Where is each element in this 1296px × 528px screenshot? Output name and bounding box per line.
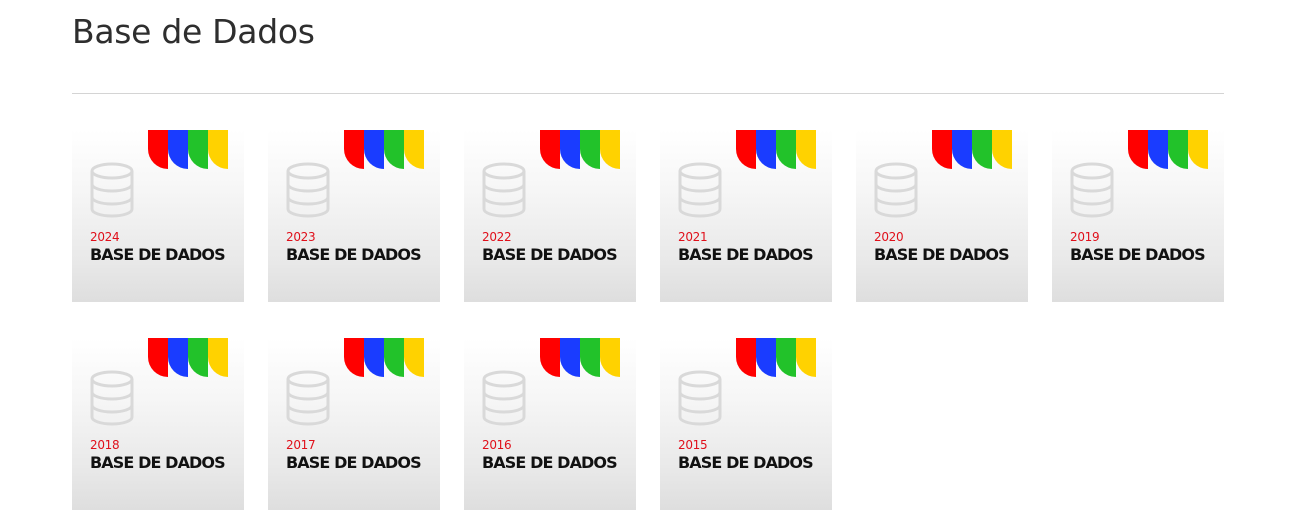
card-year: 2017: [286, 438, 316, 452]
database-card-2018[interactable]: 2018 BASE DE DADOS: [72, 338, 244, 510]
stripe-green: [188, 130, 208, 169]
database-card-2016[interactable]: 2016 BASE DE DADOS: [464, 338, 636, 510]
database-icon: [286, 162, 330, 218]
color-stripes: [1128, 130, 1208, 169]
color-stripes: [540, 130, 620, 169]
database-icon: [482, 162, 526, 218]
stripe-yellow: [796, 130, 816, 169]
stripe-red: [344, 130, 364, 169]
stripe-yellow: [404, 130, 424, 169]
stripe-yellow: [796, 338, 816, 377]
color-stripes: [344, 130, 424, 169]
stripe-blue: [364, 130, 384, 169]
stripe-yellow: [600, 338, 620, 377]
card-year: 2020: [874, 230, 904, 244]
page-title: Base de Dados: [72, 12, 315, 51]
stripe-green: [580, 338, 600, 377]
stripe-green: [972, 130, 992, 169]
stripe-green: [776, 338, 796, 377]
color-stripes: [148, 130, 228, 169]
stripe-yellow: [600, 130, 620, 169]
database-icon: [482, 370, 526, 426]
stripe-blue: [756, 338, 776, 377]
card-year: 2018: [90, 438, 120, 452]
card-label: BASE DE DADOS: [678, 245, 814, 264]
stripe-green: [580, 130, 600, 169]
card-label: BASE DE DADOS: [286, 245, 422, 264]
card-label: BASE DE DADOS: [482, 453, 618, 472]
stripe-blue: [952, 130, 972, 169]
stripe-red: [148, 338, 168, 377]
card-label: BASE DE DADOS: [90, 453, 226, 472]
stripe-red: [540, 338, 560, 377]
database-icon: [1070, 162, 1114, 218]
card-label: BASE DE DADOS: [678, 453, 814, 472]
stripe-green: [1168, 130, 1188, 169]
stripe-yellow: [404, 338, 424, 377]
database-icon: [286, 370, 330, 426]
stripe-yellow: [208, 130, 228, 169]
database-card-2020[interactable]: 2020 BASE DE DADOS: [856, 130, 1028, 302]
stripe-red: [148, 130, 168, 169]
color-stripes: [736, 130, 816, 169]
database-card-2023[interactable]: 2023 BASE DE DADOS: [268, 130, 440, 302]
stripe-red: [344, 338, 364, 377]
card-label: BASE DE DADOS: [482, 245, 618, 264]
stripe-blue: [168, 338, 188, 377]
divider: [72, 93, 1224, 94]
color-stripes: [932, 130, 1012, 169]
stripe-green: [776, 130, 796, 169]
card-grid: 2024 BASE DE DADOS 2023 BASE DE DADOS 20…: [72, 130, 1224, 510]
database-card-2015[interactable]: 2015 BASE DE DADOS: [660, 338, 832, 510]
stripe-yellow: [208, 338, 228, 377]
card-year: 2021: [678, 230, 708, 244]
database-card-2021[interactable]: 2021 BASE DE DADOS: [660, 130, 832, 302]
database-card-2022[interactable]: 2022 BASE DE DADOS: [464, 130, 636, 302]
card-year: 2023: [286, 230, 316, 244]
stripe-yellow: [1188, 130, 1208, 169]
database-icon: [90, 370, 134, 426]
stripe-blue: [168, 130, 188, 169]
card-year: 2016: [482, 438, 512, 452]
card-label: BASE DE DADOS: [1070, 245, 1206, 264]
color-stripes: [344, 338, 424, 377]
stripe-green: [188, 338, 208, 377]
stripe-blue: [756, 130, 776, 169]
color-stripes: [736, 338, 816, 377]
stripe-blue: [364, 338, 384, 377]
stripe-red: [932, 130, 952, 169]
database-icon: [874, 162, 918, 218]
stripe-blue: [560, 338, 580, 377]
card-label: BASE DE DADOS: [874, 245, 1010, 264]
color-stripes: [148, 338, 228, 377]
database-card-2019[interactable]: 2019 BASE DE DADOS: [1052, 130, 1224, 302]
card-year: 2024: [90, 230, 120, 244]
stripe-green: [384, 338, 404, 377]
stripe-green: [384, 130, 404, 169]
database-card-2017[interactable]: 2017 BASE DE DADOS: [268, 338, 440, 510]
database-card-2024[interactable]: 2024 BASE DE DADOS: [72, 130, 244, 302]
card-year: 2019: [1070, 230, 1100, 244]
color-stripes: [540, 338, 620, 377]
stripe-blue: [560, 130, 580, 169]
card-label: BASE DE DADOS: [90, 245, 226, 264]
database-icon: [678, 162, 722, 218]
stripe-blue: [1148, 130, 1168, 169]
stripe-red: [1128, 130, 1148, 169]
card-year: 2022: [482, 230, 512, 244]
card-label: BASE DE DADOS: [286, 453, 422, 472]
stripe-red: [540, 130, 560, 169]
stripe-red: [736, 338, 756, 377]
stripe-yellow: [992, 130, 1012, 169]
database-icon: [678, 370, 722, 426]
database-icon: [90, 162, 134, 218]
stripe-red: [736, 130, 756, 169]
card-year: 2015: [678, 438, 708, 452]
